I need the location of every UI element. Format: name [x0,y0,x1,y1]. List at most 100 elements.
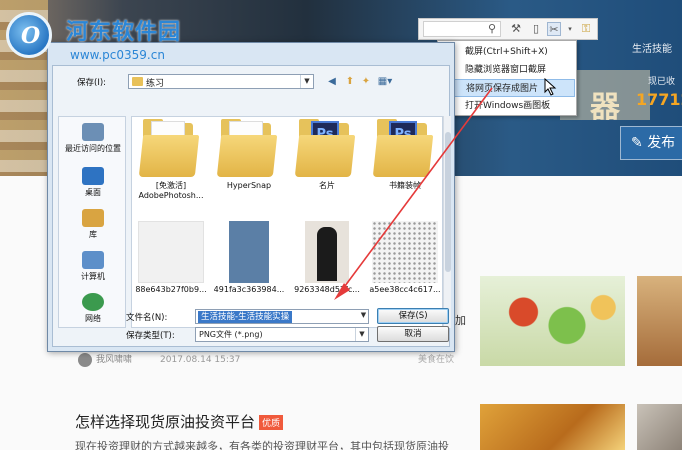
article-headline[interactable]: 怎样选择现货原油投资平台 优质 [75,411,284,432]
article-meta: 我风啸啸 2017.08.14 15:37 美食在饮 [78,352,454,367]
network-icon [82,293,104,311]
menu-item-screenshot[interactable]: 截屏(Ctrl+Shift+X) [439,43,575,61]
chevron-down-icon[interactable]: ▼ [300,75,313,88]
view-menu-icon[interactable]: ▦▾ [375,75,395,89]
place-recent[interactable]: 最近访问的位置 [59,123,127,154]
wrench-icon[interactable]: ⚿ [579,22,593,36]
watermark-url: www.pc0359.cn [70,48,165,62]
file-label: 88e643b27f0b9... [135,285,207,294]
photoshop-folder-icon: Ps [294,117,357,179]
place-network[interactable]: 网络 [59,293,127,324]
folder-icon [216,117,279,179]
list-item[interactable]: 88e643b27f0b9... [132,221,210,321]
filetype-value: PNG文件 (*.png) [199,330,263,339]
tools-icon[interactable]: ⚒ [509,22,523,36]
file-label: 书籍装帧 [389,181,421,190]
article-text-fragment: 加 [455,314,466,327]
headline-tag: 优质 [259,415,284,430]
browser-toolbar: ⚲ ⚒ ▯ ✂ ▾ ⚿ [418,18,598,40]
recent-places-icon [82,123,104,141]
article-image-gold-2[interactable] [637,404,682,450]
article-image-gold[interactable] [480,404,625,450]
photoshop-folder-icon: Ps [372,117,435,179]
save-as-dialog: 保存(I): 练习 ▼ ◀ ⬆ ✦ ▦▾ 最近访问的位置 桌面 库 计算机 网络… [47,42,455,352]
mouse-cursor-icon [544,78,557,96]
place-label: 计算机 [81,272,105,281]
filename-label: 文件名(N): [126,313,168,323]
search-icon[interactable]: ⚲ [485,22,499,36]
list-item[interactable]: 9263348d57fc... [288,221,366,321]
list-item[interactable]: Ps 书籍装帧 [366,117,442,217]
menu-item-hide-window-screenshot[interactable]: 隐藏浏览器窗口截屏 [439,61,575,79]
list-item[interactable]: a5ee38cc4c617... [366,221,442,321]
list-item[interactable]: HyperSnap [210,117,288,217]
place-libraries[interactable]: 库 [59,209,127,240]
logo-letter: O [21,23,41,49]
computer-icon [82,251,104,269]
file-list: [免激活] AdobePhotosh... HyperSnap Ps 名片 Ps… [131,116,443,328]
publish-label: 发布 [647,135,676,151]
list-item[interactable]: 491fa3c363984... [210,221,288,321]
image-thumbnail [305,221,349,283]
file-label: a5ee38cc4c617... [369,285,441,294]
chevron-down-icon[interactable]: ▼ [355,328,368,341]
file-label: HyperSnap [226,181,272,190]
place-label: 最近访问的位置 [65,144,121,153]
chevron-down-icon[interactable]: ▾ [563,22,577,36]
file-label: 491fa3c363984... [213,285,285,294]
filename-input[interactable]: 生活技能-生活技能实操 ▼ [195,309,369,324]
filename-history[interactable]: ▼ [356,309,370,324]
new-folder-icon[interactable]: ✦ [359,75,373,89]
page-icon[interactable]: ▯ [529,22,543,36]
file-label: [免激活] AdobePhotosh... [138,181,204,200]
place-desktop[interactable]: 桌面 [59,167,127,198]
pencil-icon: ✎ [631,135,648,151]
desktop-icon [82,167,104,185]
place-label: 桌面 [85,188,101,197]
watermark-logo-icon: O [6,12,52,58]
scissors-icon[interactable]: ✂ [547,22,561,36]
filetype-dropdown[interactable]: PNG文件 (*.png) ▼ [195,327,369,342]
place-label: 网络 [85,314,101,323]
place-computer[interactable]: 计算机 [59,251,127,282]
side-title: 生活技能 [632,44,672,55]
web-side-panel: 生活技能 现已收 177124 ✎ 发布 [612,34,682,184]
places-bar: 最近访问的位置 桌面 库 计算机 网络 [58,116,126,328]
cancel-button[interactable]: 取消 [377,326,449,342]
back-icon[interactable]: ◀ [325,75,339,89]
libraries-icon [82,209,104,227]
publish-button[interactable]: ✎ 发布 [620,126,682,160]
file-label: 9263348d57fc... [294,285,360,294]
filename-value: 生活技能-生活技能实操 [198,311,293,323]
place-label: 库 [89,230,97,239]
avatar[interactable] [78,352,92,367]
article-summary: 现在投资理财的方式越来越多，有各类的投资理财平台，其中包括现货原油投 [75,440,449,450]
article-image-food[interactable] [480,276,625,366]
chevron-down-icon[interactable]: ▼ [357,309,370,322]
scrollbar-thumb[interactable] [445,132,451,272]
article-category[interactable]: 美食在饮 [418,352,454,365]
list-item[interactable]: Ps 名片 [288,117,366,217]
save-in-label: 保存(I): [77,78,107,88]
watermark-name: 河东软件园 [66,20,182,45]
author-name[interactable]: 我风啸啸 [96,355,132,365]
filetype-label: 保存类型(T): [126,331,175,341]
list-item[interactable]: [免激活] AdobePhotosh... [132,117,210,217]
dialog-body: 保存(I): 练习 ▼ ◀ ⬆ ✦ ▦▾ 最近访问的位置 桌面 库 计算机 网络… [52,65,451,347]
watermark: O 河东软件园 www.pc0359.cn [0,0,210,70]
up-folder-icon[interactable]: ⬆ [343,75,357,89]
folder-icon [138,117,201,179]
save-button[interactable]: 保存(S) [377,308,449,324]
headline-text[interactable]: 怎样选择现货原油投资平台 [75,413,255,431]
image-thumbnail [138,221,204,283]
file-list-scrollbar[interactable] [443,116,451,328]
article-image-food-2[interactable] [637,276,682,366]
menu-item-open-paint[interactable]: 打开Windows画图板 [439,97,575,115]
side-number: 177124 [636,90,682,109]
image-thumbnail [229,221,269,283]
current-folder-name: 练习 [146,79,165,89]
save-in-dropdown[interactable]: 练习 ▼ [128,74,314,89]
file-label: 名片 [319,181,335,190]
post-date: 2017.08.14 15:37 [160,355,241,365]
image-thumbnail [372,221,438,283]
